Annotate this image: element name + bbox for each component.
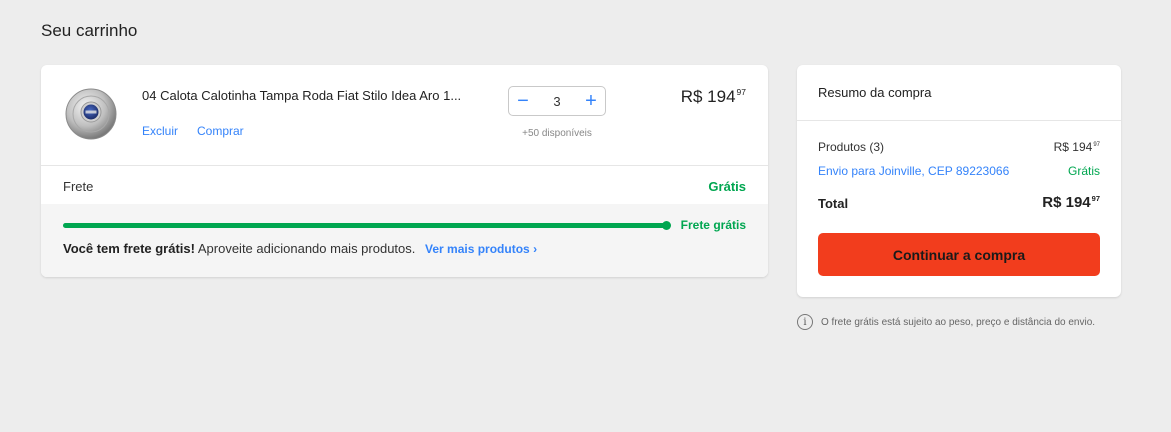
progress-fill: [63, 221, 671, 230]
summary-total-label: Total: [818, 196, 849, 211]
chevron-right-icon: ›: [533, 242, 538, 256]
order-summary-card: Resumo da compra Produtos (3) R$ 19497 E…: [797, 65, 1121, 297]
summary-shipping-value: Grátis: [1067, 164, 1100, 178]
free-shipping-progress-bar: [63, 221, 671, 230]
buy-now-link[interactable]: Comprar: [197, 124, 244, 138]
summary-total-price-main: R$ 194: [1042, 194, 1091, 211]
item-price-main: R$ 194: [680, 87, 736, 106]
product-title[interactable]: 04 Calota Calotinha Tampa Roda Fiat Stil…: [142, 88, 494, 103]
summary-products-price-cents: 97: [1093, 142, 1100, 148]
free-shipping-banner: Frete grátis Você tem frete grátis! Apro…: [41, 204, 768, 277]
progress-dot: [662, 221, 671, 230]
shipping-label: Frete: [63, 179, 94, 194]
summary-total-price-cents: 97: [1091, 194, 1100, 203]
increase-quantity-button[interactable]: +: [577, 87, 605, 115]
stock-available-text: +50 disponíveis: [522, 128, 592, 139]
disclaimer-text: O frete grátis está sujeito ao peso, pre…: [821, 316, 1096, 328]
shipping-value: Grátis: [708, 179, 746, 194]
summary-products-price-main: R$ 194: [1053, 140, 1093, 154]
free-shipping-message-rest: Aproveite adicionando mais produtos.: [194, 241, 416, 256]
fiat-hubcap-icon[interactable]: [63, 86, 119, 142]
remove-item-link[interactable]: Excluir: [142, 124, 178, 138]
summary-products-price: R$ 19497: [1054, 140, 1100, 154]
see-more-products-label: Ver mais produtos: [425, 242, 530, 256]
shipping-destination-link[interactable]: Envio para Joinville, CEP 89223066: [818, 164, 1009, 178]
divider: [797, 120, 1121, 121]
free-shipping-message: Você tem frete grátis! Aproveite adicion…: [63, 241, 537, 256]
summary-title: Resumo da compra: [818, 85, 932, 100]
free-shipping-message-bold: Você tem frete grátis!: [63, 241, 195, 256]
item-price: R$ 19497: [681, 87, 746, 107]
see-more-products-link[interactable]: Ver mais produtos ›: [425, 242, 537, 256]
info-icon: i: [797, 314, 813, 330]
summary-products-label: Produtos (3): [818, 140, 885, 154]
page-title: Seu carrinho: [41, 21, 138, 40]
progress-label: Frete grátis: [680, 218, 746, 232]
quantity-stepper: − 3 +: [508, 86, 606, 116]
decrease-quantity-button[interactable]: −: [509, 87, 537, 115]
free-shipping-disclaimer: i O frete grátis está sujeito ao peso, p…: [797, 314, 1095, 330]
cart-card: 04 Calota Calotinha Tampa Roda Fiat Stil…: [41, 65, 768, 277]
shipping-row: Frete Grátis: [41, 166, 768, 204]
quantity-value[interactable]: 3: [553, 94, 560, 109]
cart-item-row: 04 Calota Calotinha Tampa Roda Fiat Stil…: [41, 65, 768, 165]
item-price-cents: 97: [736, 87, 746, 98]
summary-total-price: R$ 19497: [1042, 194, 1100, 211]
continue-purchase-button[interactable]: Continuar a compra: [818, 233, 1100, 276]
